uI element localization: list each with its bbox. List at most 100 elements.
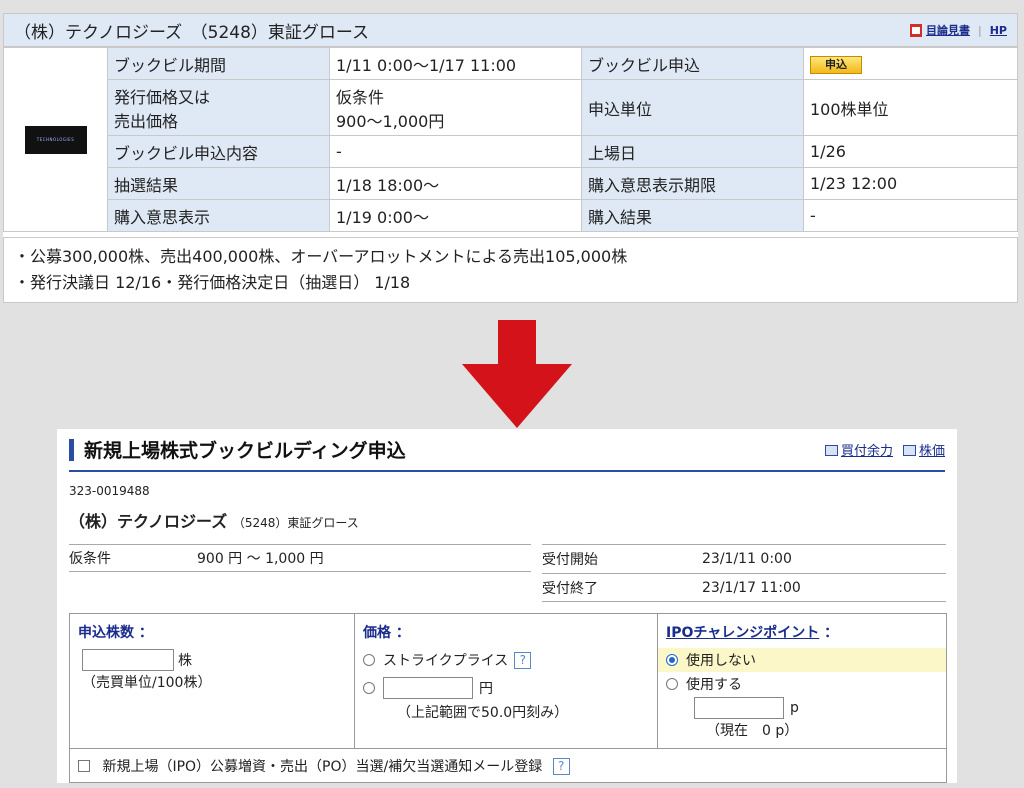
price-cell: 価格 ： ストライクプライス ? 円 （上記範囲で50.0円刻み） <box>354 613 658 749</box>
quantity-input[interactable] <box>82 649 174 671</box>
logo-cell: TECHNOLOGIES <box>3 47 108 232</box>
form-row: 新規上場（IPO）公募増資・売出（PO）当選/補欠当選通知メール登録 ? <box>69 748 947 783</box>
table-row: ブックビル申込内容 - 上場日 1/26 <box>4 135 1018 168</box>
label-purchase-deadline: 購入意思表示期限 <box>581 167 804 200</box>
label-purchase-intent: 購入意思表示 <box>107 199 330 232</box>
chart-icon <box>902 445 916 456</box>
down-arrow-icon <box>462 320 572 428</box>
company-logo: TECHNOLOGIES <box>24 125 87 154</box>
note-line: ・公募300,000株、売出400,000株、オーバーアロットメントによる売出1… <box>14 247 628 266</box>
value-purchase-intent: 1/19 0:00〜 <box>329 199 582 232</box>
use-radio[interactable] <box>666 678 678 690</box>
apply-button[interactable]: 申込 <box>810 56 862 74</box>
ipo-info-header: （株）テクノロジーズ （5248）東証グロース 目論見書 | HP <box>3 13 1018 47</box>
limit-price-unit: 円 <box>479 681 493 697</box>
tentative-value: 900 円 〜 1,000 円 <box>197 551 324 567</box>
offering-notes: ・公募300,000株、売出400,000株、オーバーアロットメントによる売出1… <box>3 237 1018 303</box>
use-label: 使用する <box>686 677 742 693</box>
order-form: 申込株数 ： 株 （売買単位/100株） 価格 ： ストライクプライス ? 円 <box>69 613 947 783</box>
mail-cell: 新規上場（IPO）公募増資・売出（PO）当選/補欠当選通知メール登録 ? <box>69 748 947 783</box>
current-points: （現在 0 p） <box>706 723 799 739</box>
strike-price-radio[interactable] <box>363 654 375 666</box>
header-links: 目論見書 | HP <box>910 22 1007 38</box>
ipo-point-cell: IPOチャレンジポイント ： 使用しない 使用する p （現在 0 p） <box>657 613 947 749</box>
value-unit: 100株単位 <box>803 79 1018 136</box>
company-title: （株）テクノロジーズ （5248）東証グロース <box>14 22 370 43</box>
mail-checkbox[interactable] <box>78 759 90 772</box>
quantity-cell: 申込株数 ： 株 （売買単位/100株） <box>69 613 355 749</box>
prospectus-link[interactable]: 目論見書 <box>926 22 970 38</box>
ipo-info-table: TECHNOLOGIES ブックビル期間 1/11 0:00〜1/17 11:0… <box>3 47 1018 232</box>
buying-power-link[interactable]: 買付余力 <box>824 440 893 459</box>
stock-price-link[interactable]: 株価 <box>902 440 945 459</box>
use-line: 使用する <box>666 672 938 696</box>
start-label: 受付開始 <box>542 552 598 568</box>
value-bookbuild-period: 1/11 0:00〜1/17 11:00 <box>329 47 582 80</box>
table-row: 抽選結果 1/18 18:00〜 購入意思表示期限 1/23 12:00 <box>4 167 1018 200</box>
ipo-info-panel: （株）テクノロジーズ （5248）東証グロース 目論見書 | HP TECHNO… <box>3 13 1018 303</box>
acceptance-period: 受付開始 23/1/11 0:00 受付終了 23/1/17 11:00 <box>542 544 946 602</box>
table-row: 発行価格又は 売出価格 仮条件 900〜1,000円 申込単位 100株単位 <box>4 79 1018 136</box>
value-listing-date: 1/26 <box>803 135 1018 168</box>
price-note: （上記範囲で50.0円刻み） <box>397 705 569 721</box>
hp-link[interactable]: HP <box>990 24 1007 37</box>
page-title: 新規上場株式ブックビルディング申込 <box>84 440 406 462</box>
label-lottery-result: 抽選結果 <box>107 167 330 200</box>
strike-line: ストライクプライス ? <box>363 648 649 672</box>
label-bookbuild-apply: ブックビル申込 <box>581 47 804 80</box>
end-value: 23/1/17 11:00 <box>702 579 801 596</box>
label-line: 発行価格又は <box>114 87 211 107</box>
quantity-unit: 株 <box>178 653 192 669</box>
limit-price-input[interactable] <box>383 677 473 699</box>
label-bookbuild-period: ブックビル期間 <box>107 47 330 80</box>
quantity-note: （売買単位/100株） <box>82 675 212 691</box>
mail-label: 新規上場（IPO）公募増資・売出（PO）当選/補欠当選通知メール登録 <box>102 758 543 775</box>
note-line: ・発行決議日 12/16・発行価格決定日（抽選日） 1/18 <box>14 273 411 292</box>
start-value: 23/1/11 0:00 <box>702 551 792 567</box>
bookbuilding-form-panel: 新規上場株式ブックビルディング申込 買付余力 株価 323-0019488 （株… <box>57 429 957 783</box>
divider: | <box>978 23 982 37</box>
value-bookbuild-apply: 申込 <box>803 47 1018 80</box>
label-purchase-result: 購入結果 <box>581 199 804 232</box>
help-icon[interactable]: ? <box>514 651 532 669</box>
pdf-icon <box>910 23 922 37</box>
tentative-price-row: 仮条件 900 円 〜 1,000 円 <box>69 544 531 572</box>
label-listing-date: 上場日 <box>581 135 804 168</box>
wallet-icon <box>824 445 838 456</box>
value-line: 仮条件 <box>336 87 385 107</box>
ipo-point-link[interactable]: IPOチャレンジポイント <box>666 625 819 641</box>
title-bar <box>69 438 74 461</box>
strike-price-label: ストライクプライス <box>383 653 509 669</box>
label-issue-price: 発行価格又は 売出価格 <box>107 79 330 136</box>
ipo-point-title: IPOチャレンジポイント ： <box>666 622 938 642</box>
limit-price-radio[interactable] <box>363 682 375 694</box>
form-header: 新規上場株式ブックビルディング申込 買付余力 株価 <box>69 429 945 472</box>
form-row: 申込株数 ： 株 （売買単位/100株） 価格 ： ストライクプライス ? 円 <box>69 613 947 749</box>
value-line: 900〜1,000円 <box>336 111 445 131</box>
table-row: 購入意思表示 1/19 0:00〜 購入結果 - <box>4 199 1018 232</box>
no-use-label: 使用しない <box>686 653 756 669</box>
company-code: （5248）東証グロース <box>232 516 359 530</box>
end-label: 受付終了 <box>542 580 598 597</box>
value-lottery-result: 1/18 18:00〜 <box>329 167 582 200</box>
no-use-radio[interactable] <box>666 654 678 666</box>
buying-power-label: 買付余力 <box>840 444 893 459</box>
stock-price-label: 株価 <box>918 444 945 459</box>
value-issue-price: 仮条件 900〜1,000円 <box>329 79 582 136</box>
start-row: 受付開始 23/1/11 0:00 <box>542 544 946 573</box>
points-input[interactable] <box>694 697 784 719</box>
value-apply-content: - <box>329 135 582 168</box>
help-icon[interactable]: ? <box>552 757 570 775</box>
label-apply-content: ブックビル申込内容 <box>107 135 330 168</box>
quantity-title: 申込株数 ： <box>78 625 153 641</box>
quantity-line: 株 <box>78 648 346 672</box>
label-line: 売出価格 <box>114 111 179 131</box>
ipo-point-colon: ： <box>824 625 839 641</box>
price-info: 仮条件 900 円 〜 1,000 円 受付開始 23/1/11 0:00 受付… <box>69 544 946 602</box>
end-row: 受付終了 23/1/17 11:00 <box>542 573 946 602</box>
table-row: TECHNOLOGIES ブックビル期間 1/11 0:00〜1/17 11:0… <box>3 47 1018 232</box>
limit-price-line: 円 <box>363 676 649 700</box>
company-name: （株）テクノロジーズ <box>69 512 228 531</box>
account-number: 323-0019488 <box>69 484 150 498</box>
label-unit: 申込単位 <box>581 79 804 136</box>
